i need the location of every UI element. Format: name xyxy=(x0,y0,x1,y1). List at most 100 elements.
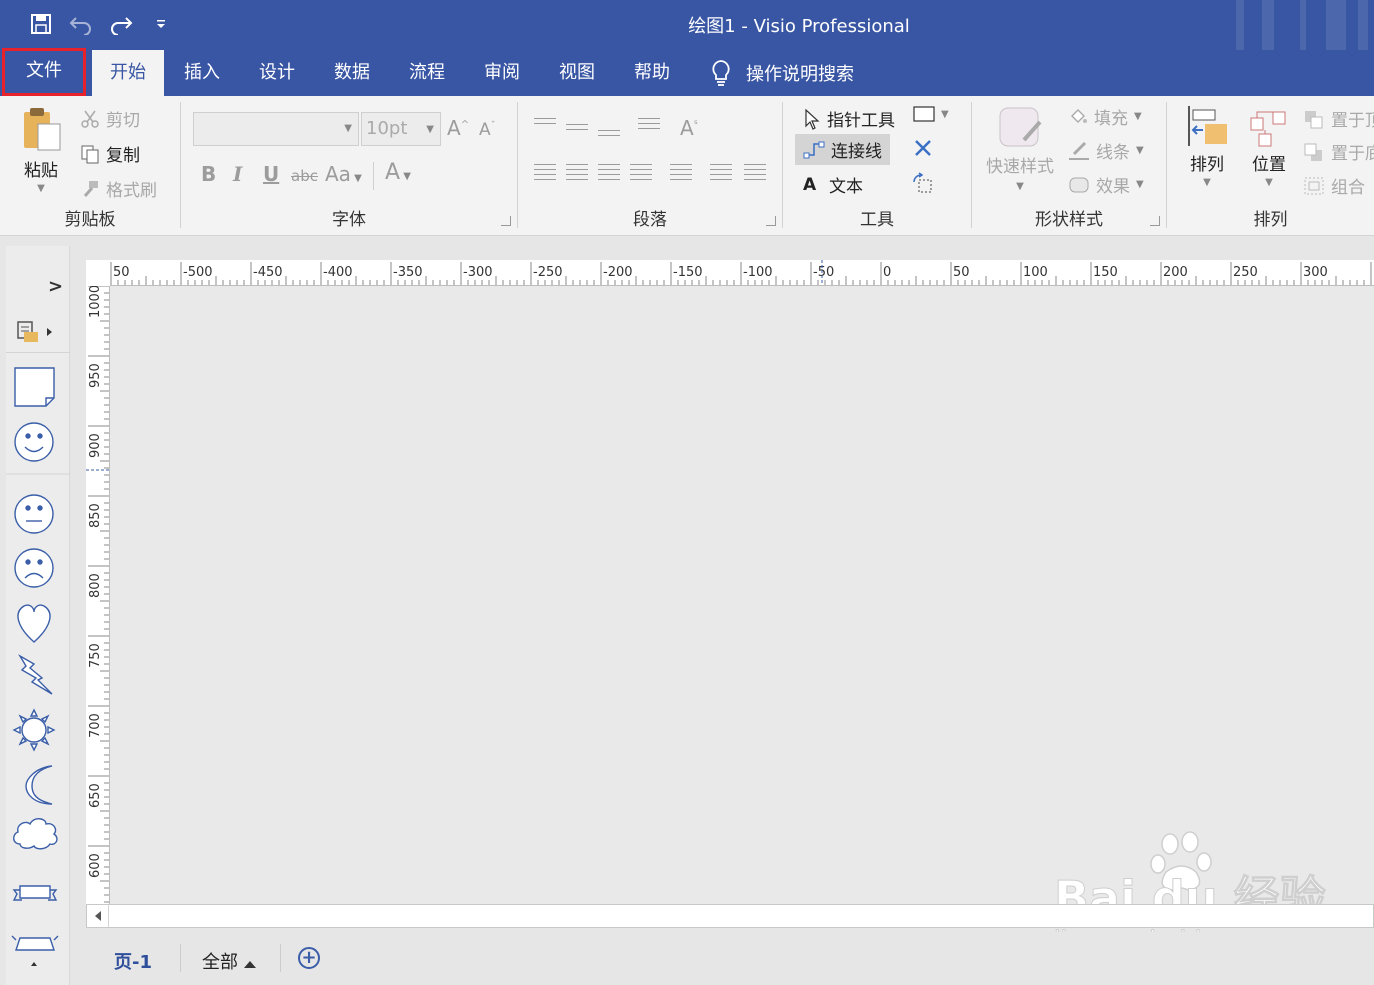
scroll-left-button[interactable] xyxy=(87,905,109,927)
pointer-icon xyxy=(805,108,820,130)
fill-button[interactable]: 填充 ▼ xyxy=(1068,104,1142,129)
font-name-dropdown-icon: ▼ xyxy=(344,123,352,134)
page-tabs-bar: 页-1 全部 + xyxy=(86,932,1374,985)
align-center-button[interactable] xyxy=(566,160,588,184)
justify-button[interactable] xyxy=(630,160,652,184)
align-shapes-button[interactable]: 排列 ▼ xyxy=(1185,104,1229,188)
font-size-field[interactable]: 10pt ▼ xyxy=(361,112,441,146)
group-shapes-button[interactable]: 组合 xyxy=(1303,173,1365,198)
bullets-button[interactable] xyxy=(638,114,660,133)
bold-button[interactable]: B xyxy=(201,162,216,186)
smiley-face-shape[interactable] xyxy=(14,422,54,462)
tab-review[interactable]: 审阅 xyxy=(466,50,538,96)
connector-tool-button[interactable]: 连接线 xyxy=(795,134,890,165)
position-button[interactable]: 位置 ▼ xyxy=(1247,104,1291,188)
align-middle-button[interactable] xyxy=(566,120,588,134)
tab-design[interactable]: 设计 xyxy=(241,50,313,96)
position-dropdown-icon: ▼ xyxy=(1265,177,1273,188)
pointer-tool-button[interactable]: 指针工具 xyxy=(803,106,895,131)
font-size-value: 10pt xyxy=(366,118,408,139)
sun-shape[interactable] xyxy=(12,708,56,752)
line-button[interactable]: 线条 ▼ xyxy=(1068,138,1144,163)
horizontal-ruler[interactable]: 50 -500 -450 -400 -350 -300 -250 -200 -150 -100 -5… xyxy=(86,260,1374,286)
shrink-font-button[interactable]: Aˇ xyxy=(479,120,496,140)
ruler-label: 50 xyxy=(113,265,130,280)
paste-dropdown-icon: ▼ xyxy=(37,183,45,194)
font-dialog-launcher[interactable] xyxy=(501,216,511,226)
shape-styles-dialog-launcher[interactable] xyxy=(1150,216,1160,226)
text-direction-button[interactable] xyxy=(670,160,692,184)
copy-button[interactable]: 复制 xyxy=(80,141,140,166)
paste-button[interactable]: 粘贴 ▼ xyxy=(18,106,64,194)
title-bar: 绘图1 - Visio Professional xyxy=(0,0,1374,50)
tab-help[interactable]: 帮助 xyxy=(616,50,688,96)
bring-to-front-button[interactable]: 置于顶 xyxy=(1303,106,1374,131)
align-dropdown-icon: ▼ xyxy=(1203,177,1211,188)
heart-shape[interactable] xyxy=(17,604,51,643)
paragraph-dialog-launcher[interactable] xyxy=(766,216,776,226)
ruler-label: 250 xyxy=(1233,265,1258,280)
pen-line-icon xyxy=(1069,141,1089,160)
lightning-shape[interactable] xyxy=(18,654,53,695)
send-to-back-button[interactable]: 置于底 xyxy=(1303,139,1374,164)
cut-button[interactable]: 剪切 xyxy=(80,106,140,131)
change-case-button[interactable]: Aa ▼ xyxy=(325,162,362,186)
align-bottom-button[interactable] xyxy=(598,126,620,140)
tab-view[interactable]: 视图 xyxy=(541,50,613,96)
tab-data[interactable]: 数据 xyxy=(316,50,388,96)
effects-label: 效果 xyxy=(1096,177,1130,197)
all-pages-button[interactable]: 全部 xyxy=(202,948,256,974)
sad-face-shape[interactable] xyxy=(14,548,54,588)
ruler-label: -350 xyxy=(393,265,423,280)
cloud-shape[interactable] xyxy=(13,818,58,850)
note-shape[interactable] xyxy=(14,367,55,407)
format-painter-label: 格式刷 xyxy=(106,181,157,201)
neutral-face-shape[interactable] xyxy=(14,494,54,534)
ruler-label: -250 xyxy=(533,265,563,280)
align-right-button[interactable] xyxy=(598,160,620,184)
text-tool-button[interactable]: A 文本 xyxy=(803,172,863,198)
align-left-button[interactable] xyxy=(534,160,556,184)
tab-home[interactable]: 开始 xyxy=(92,50,164,96)
format-painter-button[interactable]: 格式刷 xyxy=(80,176,157,201)
paste-label: 粘贴 xyxy=(24,161,58,181)
font-name-field[interactable]: ▼ xyxy=(193,112,359,146)
add-page-button[interactable]: + xyxy=(298,947,320,969)
lightbulb-icon xyxy=(712,60,730,86)
ruler-label: -300 xyxy=(463,265,493,280)
underline-button[interactable]: U xyxy=(263,162,279,186)
grow-font-button[interactable]: A^ xyxy=(447,116,469,140)
strikethrough-button[interactable]: abc xyxy=(291,167,318,185)
tab-insert[interactable]: 插入 xyxy=(166,50,238,96)
quick-styles-button[interactable]: 快速样式 ▼ xyxy=(986,106,1054,192)
tab-file[interactable]: 文件 xyxy=(2,48,86,96)
italic-button[interactable]: I xyxy=(233,162,242,186)
font-color-button[interactable]: A ▼ xyxy=(385,160,411,185)
tab-process[interactable]: 流程 xyxy=(391,50,463,96)
rotate-tool-button[interactable] xyxy=(911,172,935,196)
horizontal-scrollbar[interactable] xyxy=(86,904,1374,928)
line-label: 线条 xyxy=(1096,143,1130,163)
banner-shape[interactable] xyxy=(11,935,59,966)
page-tab-1[interactable]: 页-1 xyxy=(114,948,152,974)
ruler-label: 300 xyxy=(1303,265,1328,280)
decrease-indent-button[interactable] xyxy=(710,160,732,184)
vertical-ruler[interactable]: 1000 950 900 850 800 750 700 650 600 xyxy=(86,260,110,904)
align-top-button[interactable] xyxy=(534,114,556,128)
tell-me-search[interactable]: 操作说明搜索 xyxy=(710,50,854,96)
page-divider xyxy=(280,944,281,972)
rectangle-tool-button[interactable]: ▼ xyxy=(913,106,949,122)
ribbon-banner-shape[interactable] xyxy=(12,885,58,901)
text-block-button[interactable]: Aˢ xyxy=(680,116,698,140)
ribbon-tab-row: 文件 开始 插入 设计 数据 流程 审阅 视图 帮助 操作说明搜索 xyxy=(0,48,1374,96)
ruler-label: 900 xyxy=(88,433,103,458)
increase-indent-button[interactable] xyxy=(744,160,766,184)
ruler-label: -100 xyxy=(743,265,773,280)
more-shapes-icon[interactable] xyxy=(16,320,56,346)
document-title: 绘图1 - Visio Professional xyxy=(688,16,910,37)
moon-shape[interactable] xyxy=(25,765,53,805)
drawing-canvas[interactable] xyxy=(110,286,1374,904)
expand-shapes-button[interactable]: > xyxy=(48,276,63,297)
effects-button[interactable]: 效果 ▼ xyxy=(1068,172,1144,197)
close-shape-button[interactable] xyxy=(913,138,933,158)
